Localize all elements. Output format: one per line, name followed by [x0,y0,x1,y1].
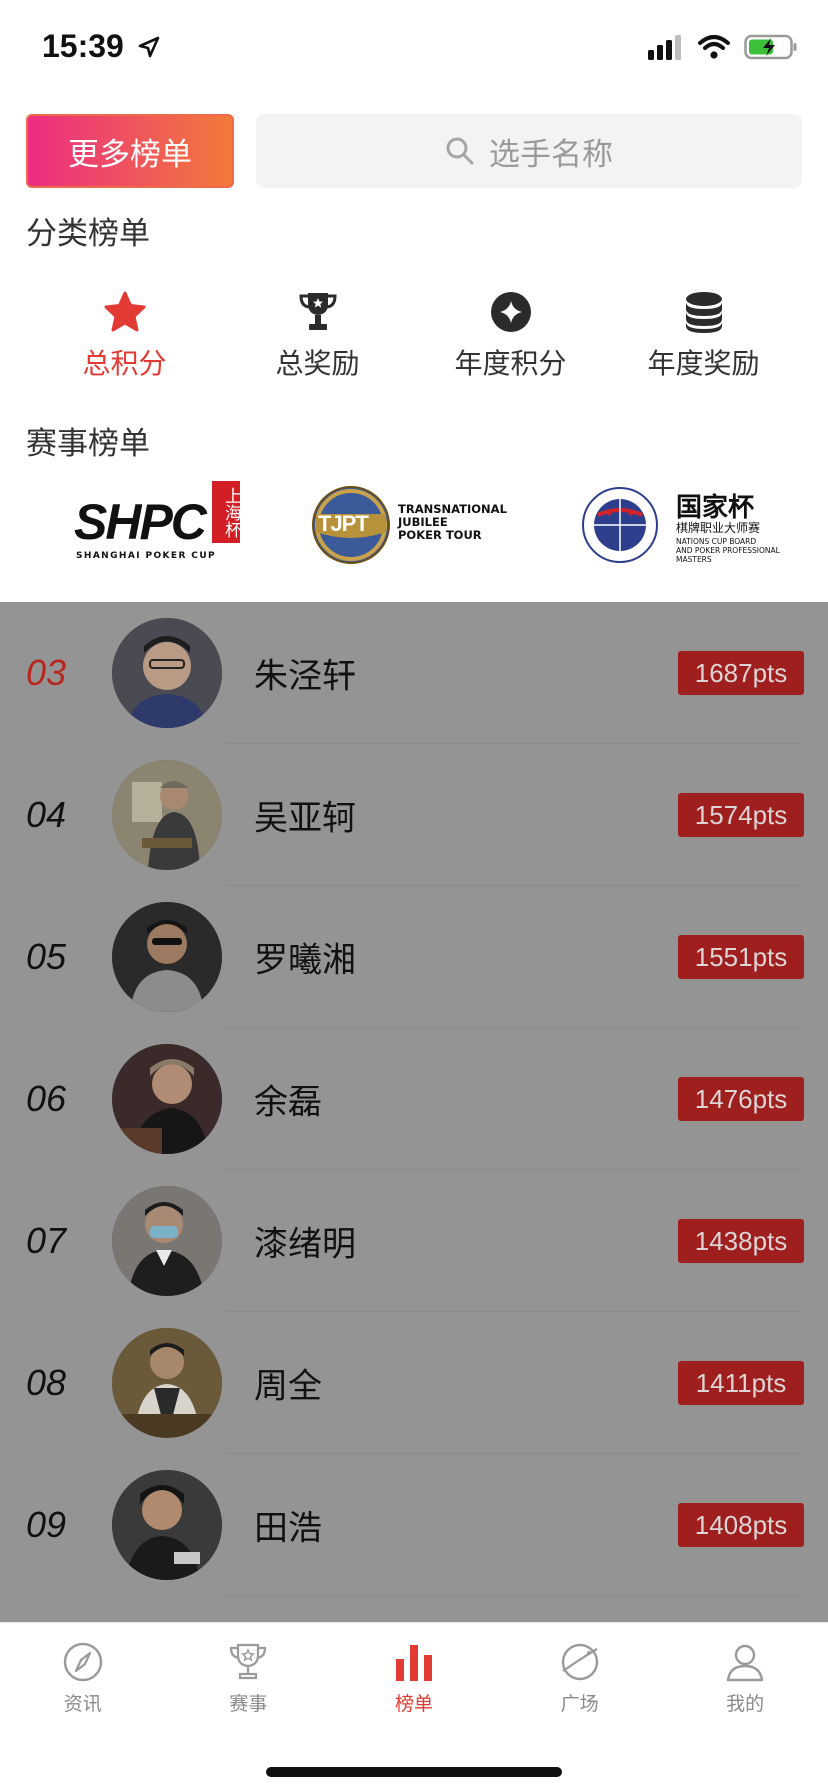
trophy-icon [230,1643,267,1680]
nations-cup-line: AND POKER PROFESSIONAL [676,546,780,555]
nations-cup-subtitle: 棋牌职业大师赛 [676,521,761,535]
avatar [112,760,222,870]
more-rankings-button[interactable]: 更多榜单 [26,114,234,188]
tab-rankings[interactable]: 榜单 [331,1641,497,1723]
tab-bar: 资讯 赛事 榜单 广场 我的 [0,1622,828,1792]
avatar [112,618,222,728]
tjpt-line: POKER TOUR [398,528,482,542]
tab-profile[interactable]: 我的 [662,1641,828,1723]
shpc-wordmark: SHPC [74,494,207,550]
rank-number: 07 [26,1220,67,1261]
category-annual-points[interactable]: 年度积分 [414,290,607,390]
player-name: 吴亚轲 [254,798,356,839]
points-badge: 1411pts [678,1361,804,1405]
coins-icon [685,292,722,333]
trophy-icon [298,293,337,330]
rank-number: 09 [26,1504,67,1545]
player-name: 田浩 [254,1508,322,1549]
search-input[interactable]: 选手名称 [256,114,802,188]
shpc-side-text: 上海杯 [212,481,241,543]
status-bar: 15:39 [0,0,828,100]
tab-plaza[interactable]: 广场 [497,1641,663,1723]
ranking-row[interactable] [0,1596,828,1622]
category-label: 总积分 [82,347,167,380]
points-badge: 1408pts [678,1503,804,1547]
nations-cup-line: NATIONS CUP BOARD [676,537,757,546]
points-badge: 1438pts [678,1219,804,1263]
rank-number: 04 [26,794,67,835]
star-icon [104,291,145,332]
avatar [112,1186,222,1296]
ranking-list: 03 朱泾轩 1687pts 04 吴亚轲 1574pts 05 罗曦湘 155… [0,602,828,1622]
ranking-row[interactable]: 08 周全 1411pts [0,1312,828,1454]
rank-number: 03 [26,652,67,693]
points-badge: 1476pts [678,1077,804,1121]
ranking-row[interactable]: 03 朱泾轩 1687pts [0,602,828,744]
event-logo-list: SHPC 上海杯 SHANGHAI POKER CUP TJPT TRANSNA… [40,470,780,580]
events-section-title: 赛事榜单 [26,426,150,462]
nations-cup-english: NATIONS CUP BOARD AND POKER PROFESSIONAL… [676,537,780,564]
points-badge: 1687pts [678,651,804,695]
player-name: 朱泾轩 [254,656,356,697]
category-label: 年度奖励 [647,347,760,380]
home-indicator [266,1767,562,1777]
tab-label: 我的 [726,1693,765,1715]
status-time: 15:39 [42,28,161,65]
player-name: 罗曦湘 [254,940,356,981]
planet-icon [561,1643,598,1681]
wifi-icon [698,35,730,59]
more-rankings-label: 更多榜单 [68,136,192,173]
nations-cup-emblem-icon [582,487,658,563]
category-label: 总奖励 [275,347,360,380]
user-icon [726,1644,764,1682]
diamond-icon [490,292,531,332]
tab-news[interactable]: 资讯 [0,1641,166,1723]
cellular-signal-icon [648,35,681,60]
tab-events[interactable]: 赛事 [166,1641,332,1723]
tab-label: 榜单 [394,1693,433,1715]
player-name: 周全 [254,1366,322,1407]
event-logo-nations-cup[interactable]: 国家杯 棋牌职业大师赛 NATIONS CUP BOARD AND POKER … [580,475,780,575]
ranking-row[interactable]: 09 田浩 1408pts [0,1454,828,1596]
compass-icon [63,1642,102,1682]
rank-number: 08 [26,1362,67,1403]
avatar [112,1470,222,1580]
ranking-row[interactable]: 06 余磊 1476pts [0,1028,828,1170]
category-total-points[interactable]: 总积分 [28,290,221,390]
battery-charging-icon [744,34,797,60]
rank-number: 06 [26,1078,67,1119]
player-name: 余磊 [254,1082,322,1123]
search-icon [446,137,474,165]
avatar [112,902,222,1012]
category-list: 总积分 总奖励 年度积分 年度奖励 [28,290,800,390]
category-annual-rewards[interactable]: 年度奖励 [607,290,800,390]
avatar [112,1328,222,1438]
ranking-row[interactable]: 04 吴亚轲 1574pts [0,744,828,886]
search-placeholder: 选手名称 [489,136,613,173]
ranking-row[interactable]: 05 罗曦湘 1551pts [0,886,828,1028]
category-section-title: 分类榜单 [26,216,150,252]
tjpt-wordmark: TJPT [318,511,369,536]
tab-label: 广场 [560,1693,599,1715]
rank-number: 05 [26,936,67,977]
tjpt-title: TRANSNATIONAL JUBILEE POKER TOUR [398,503,507,542]
player-name: 漆绪明 [254,1224,356,1265]
nations-cup-line: MASTERS [676,555,712,564]
tab-label: 赛事 [229,1693,268,1715]
event-logo-tjpt[interactable]: TJPT TRANSNATIONAL JUBILEE POKER TOUR [310,475,510,575]
bar-chart-icon [395,1645,432,1681]
ranking-row[interactable]: 07 漆绪明 1438pts [0,1170,828,1312]
points-badge: 1574pts [678,793,804,837]
location-arrow-icon [138,36,160,58]
event-logo-shpc[interactable]: SHPC 上海杯 SHANGHAI POKER CUP [40,475,241,575]
category-label: 年度积分 [454,347,567,380]
points-badge: 1551pts [678,935,804,979]
category-total-rewards[interactable]: 总奖励 [221,290,414,390]
shpc-caption: SHANGHAI POKER CUP [76,551,217,561]
tab-label: 资讯 [63,1693,102,1715]
avatar [112,1044,222,1154]
